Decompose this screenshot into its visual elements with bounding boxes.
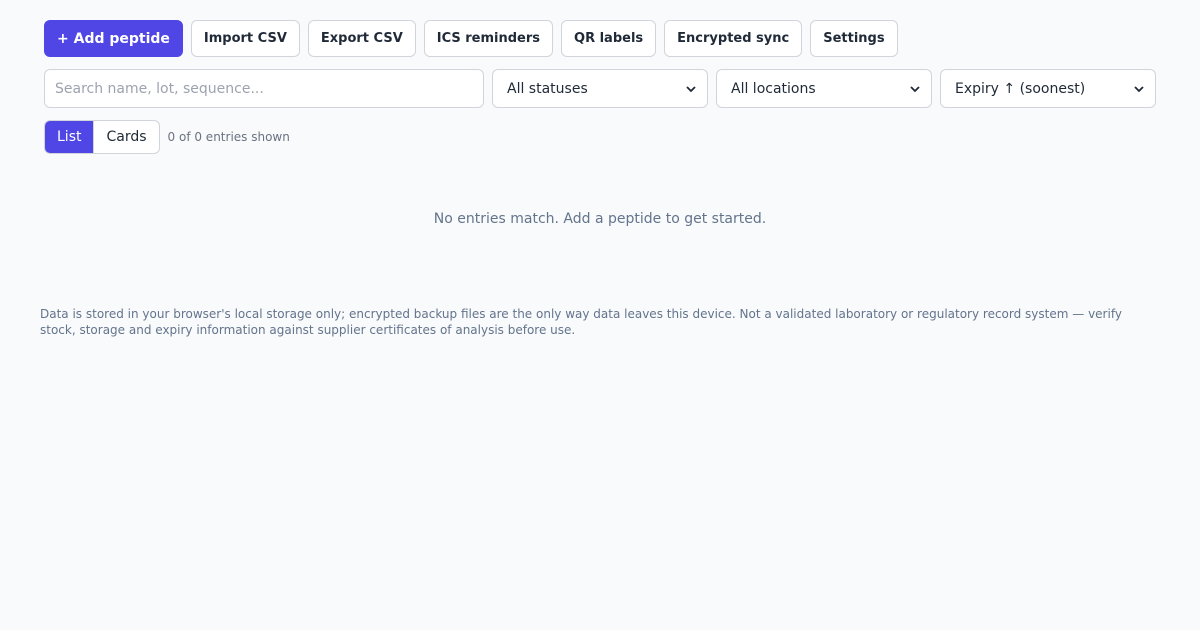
settings-button[interactable]: Settings [810, 20, 898, 57]
status-select[interactable]: All statuses [492, 69, 708, 108]
empty-state-message: No entries match. Add a peptide to get s… [433, 211, 767, 227]
location-select[interactable]: All locations [716, 69, 932, 108]
toolbar: + Add peptide Import CSV Export CSV ICS … [44, 20, 898, 57]
sort-select[interactable]: Expiry ↑ (soonest) [940, 69, 1156, 108]
view-toggle: List Cards [44, 120, 160, 154]
ics-reminders-button[interactable]: ICS reminders [423, 20, 554, 57]
status-select-value: All statuses [507, 80, 588, 97]
export-csv-button[interactable]: Export CSV [307, 20, 416, 57]
chevron-down-icon [910, 85, 920, 92]
location-select-value: All locations [731, 80, 816, 97]
entries-count: 0 of 0 entries shown [167, 130, 290, 144]
view-toggle-row: List Cards 0 of 0 entries shown [44, 120, 290, 154]
list-view-button[interactable]: List [45, 121, 94, 153]
cards-view-button[interactable]: Cards [93, 121, 158, 153]
encrypted-sync-button[interactable]: Encrypted sync [664, 20, 803, 57]
app-page: + Add peptide Import CSV Export CSV ICS … [0, 0, 1200, 630]
chevron-down-icon [686, 85, 696, 92]
search-input[interactable]: Search name, lot, sequence... [44, 69, 484, 108]
chevron-down-icon [1134, 85, 1144, 92]
import-csv-button[interactable]: Import CSV [190, 20, 300, 57]
qr-labels-button[interactable]: QR labels [561, 20, 657, 57]
add-peptide-button[interactable]: + Add peptide [44, 20, 183, 57]
sort-select-value: Expiry ↑ (soonest) [955, 80, 1086, 97]
filter-bar: Search name, lot, sequence... All status… [44, 69, 1156, 108]
footer-disclaimer: Data is stored in your browser's local s… [40, 307, 1122, 337]
